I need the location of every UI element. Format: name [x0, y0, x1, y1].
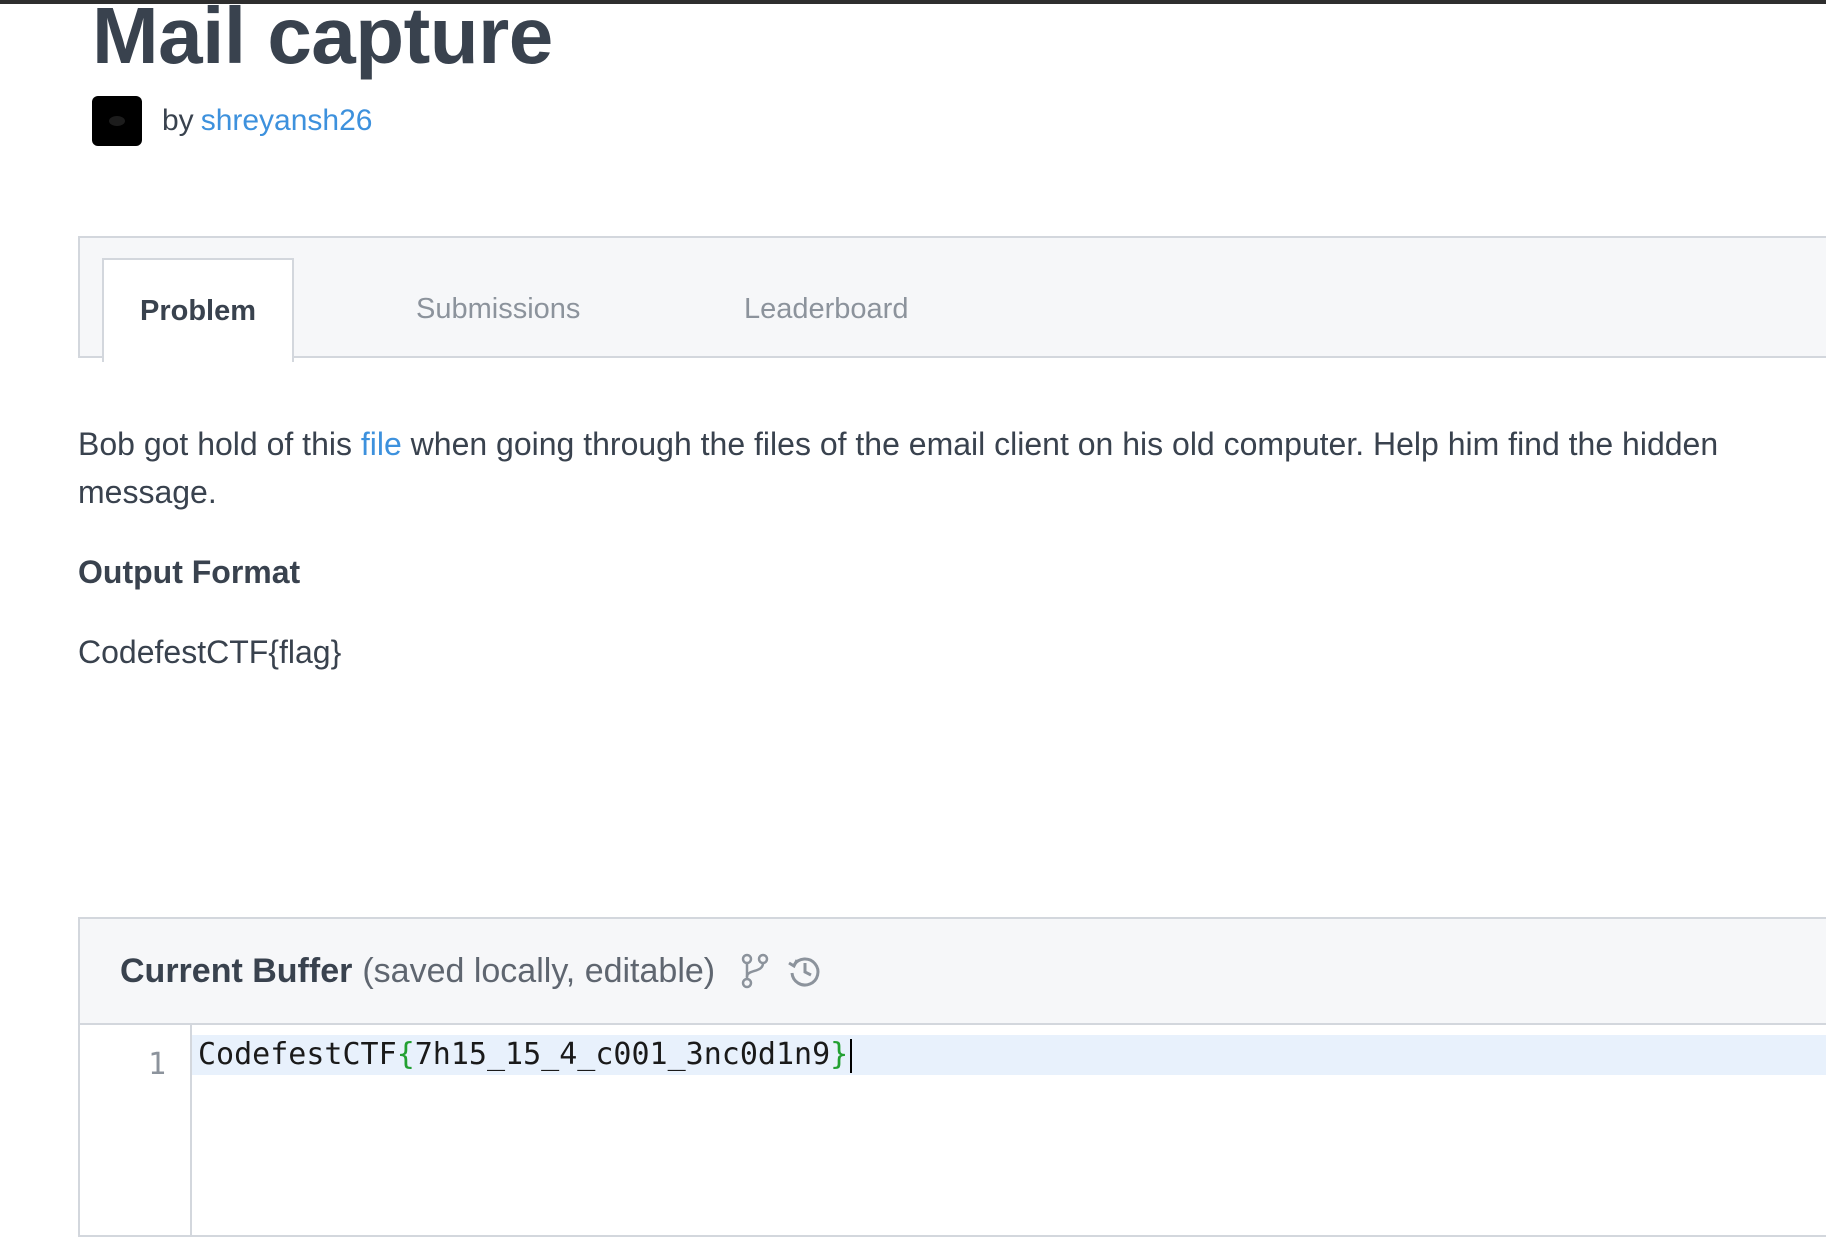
history-icon[interactable]: [787, 953, 823, 989]
tab-leaderboard[interactable]: Leaderboard: [744, 258, 908, 360]
file-link[interactable]: file: [361, 426, 402, 462]
desc-text-1: Bob got hold of this: [78, 426, 361, 462]
tab-problem[interactable]: Problem: [102, 258, 294, 362]
author-link[interactable]: shreyansh26: [201, 104, 373, 137]
buffer-subtitle: (saved locally, editable): [362, 951, 716, 990]
tab-bar: Problem Submissions Leaderboard: [78, 236, 1826, 362]
code-close-brace: }: [830, 1037, 849, 1072]
line-number: 1: [147, 1047, 166, 1082]
code-line[interactable]: CodefestCTF{7h15_15_4_c001_3nc0d1n9}: [198, 1035, 853, 1075]
output-format-heading: Output Format: [78, 554, 301, 590]
code-prefix: CodefestCTF: [198, 1037, 397, 1072]
page-title: Mail capture: [92, 0, 553, 80]
code-editor: Current Buffer (saved locally, editable)…: [78, 917, 1826, 1237]
editor-header: Current Buffer (saved locally, editable): [80, 919, 1826, 1025]
avatar[interactable]: [92, 96, 142, 146]
text-cursor: [850, 1038, 853, 1073]
tab-submissions[interactable]: Submissions: [416, 258, 580, 360]
line-gutter: 1: [80, 1025, 192, 1235]
output-format-text: CodefestCTF{flag}: [78, 634, 342, 670]
code-body: 7h15_15_4_c001_3nc0d1n9: [414, 1037, 831, 1072]
buffer-title: Current Buffer: [120, 951, 353, 990]
code-open-brace: {: [396, 1037, 415, 1072]
author-prefix: by: [162, 104, 194, 137]
problem-description: Bob got hold of this file when going thr…: [78, 420, 1778, 516]
author-text: by shreyansh26: [162, 104, 372, 138]
author-byline: by shreyansh26: [92, 96, 372, 146]
branch-icon[interactable]: [741, 953, 769, 989]
